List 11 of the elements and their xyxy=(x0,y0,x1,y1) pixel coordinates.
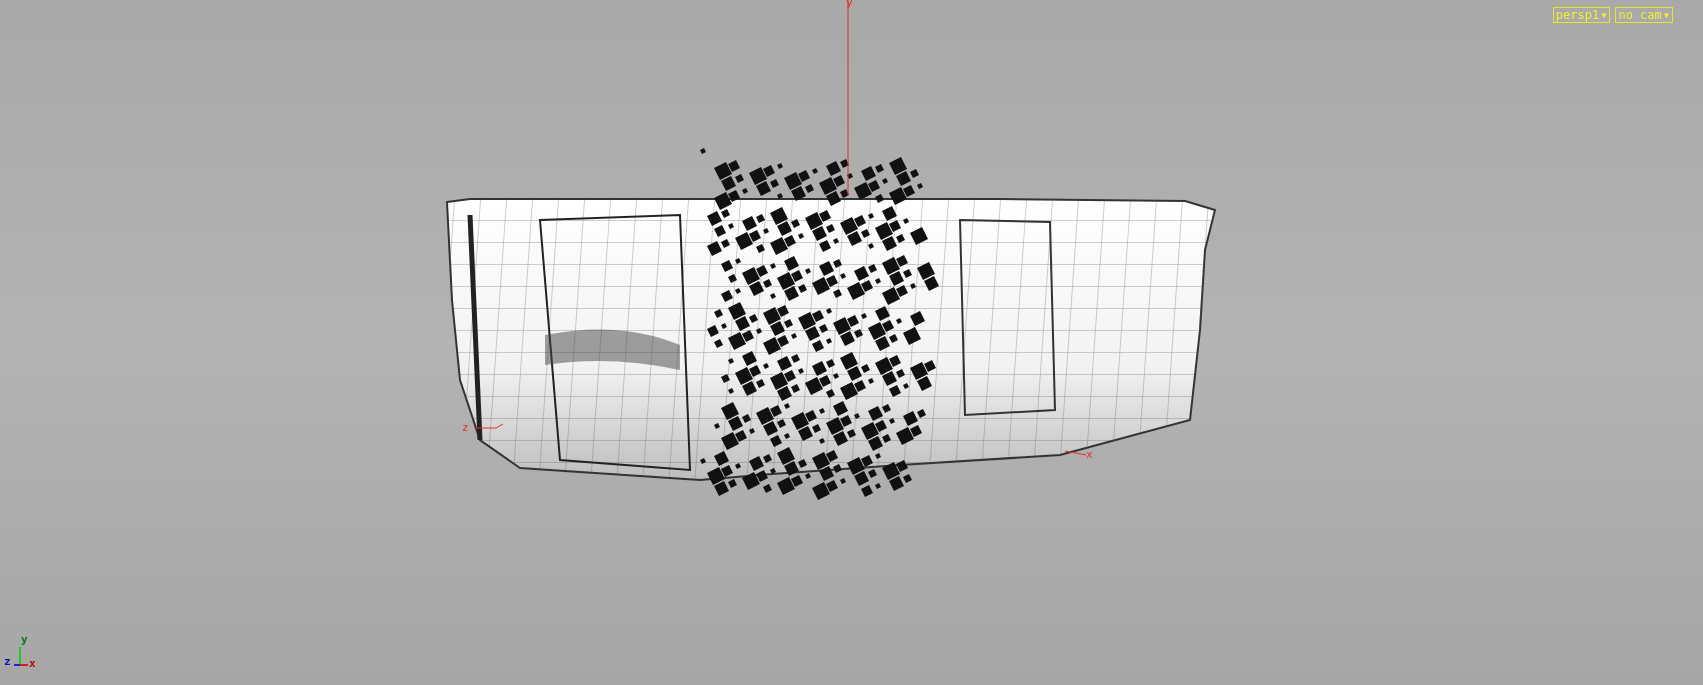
axis-label: y xyxy=(846,0,853,8)
orientation-gizmo-icon xyxy=(13,646,29,666)
gizmo-axis-label: x xyxy=(29,658,36,669)
axis-label: x xyxy=(1086,449,1093,460)
gizmo-axis-label: y xyxy=(21,634,28,645)
camera-menu[interactable]: persp1▾ xyxy=(1552,7,1611,23)
axis-label: z xyxy=(462,422,469,433)
gizmo-axis-label: z xyxy=(4,656,11,667)
axis-line xyxy=(473,423,504,429)
axis-line xyxy=(1064,450,1087,456)
camera-menu[interactable]: no cam▾ xyxy=(1615,7,1673,23)
